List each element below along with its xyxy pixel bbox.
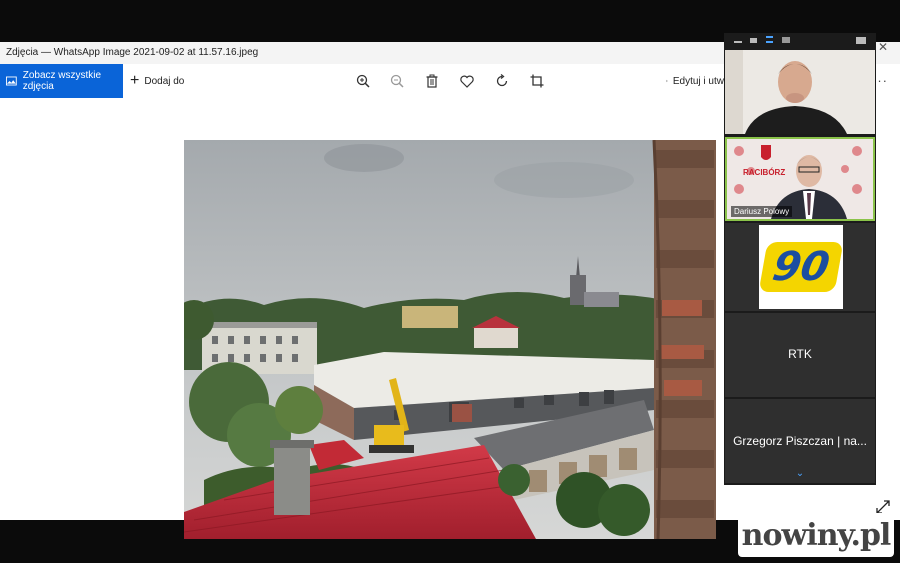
edit-tools-icon: [666, 80, 668, 82]
zoom-in-icon[interactable]: [354, 72, 372, 90]
participant-tile-3[interactable]: 90: [725, 223, 875, 311]
image-icon: [6, 76, 17, 86]
logo-text: 90: [769, 244, 833, 290]
participant-tile-4[interactable]: RTK: [725, 313, 875, 397]
chevron-down-icon[interactable]: ⌄: [725, 468, 875, 479]
minimize-icon[interactable]: [734, 41, 742, 43]
gallery-view-icon[interactable]: [766, 36, 773, 43]
participant-tile-5[interactable]: Grzegorz Piszczan | na... ⌄: [725, 399, 875, 483]
participant-name-label: Dariusz Polowy: [731, 206, 793, 217]
crop-icon[interactable]: [528, 72, 546, 90]
delete-icon[interactable]: [423, 72, 441, 90]
radio-90-logo: 90: [758, 225, 844, 309]
rotate-icon[interactable]: [493, 72, 511, 90]
participant-name: Grzegorz Piszczan | na...: [733, 434, 867, 448]
speaker-view-icon[interactable]: [782, 37, 790, 43]
see-all-photos-label: Zobacz wszystkie zdjęcia: [22, 70, 102, 92]
close-icon[interactable]: ✕: [878, 40, 888, 54]
zoom-out-icon[interactable]: [388, 72, 406, 90]
expand-icon[interactable]: [876, 500, 890, 514]
participant-tile-1[interactable]: [725, 50, 875, 134]
meeting-participants-panel: RACIBÓRZ Dariusz Polowy 90 RTK Grzegorz …: [724, 33, 876, 485]
edit-and-create-label: Edytuj i utw: [672, 75, 724, 87]
plus-icon: +: [130, 72, 140, 89]
watermark-text: nowiny.pl: [741, 517, 892, 553]
panel-layout-icon[interactable]: [856, 37, 866, 44]
participant-tile-2[interactable]: RACIBÓRZ Dariusz Polowy: [725, 137, 875, 221]
add-to-label: Dodaj do: [144, 75, 185, 87]
add-to-button[interactable]: + Dodaj do: [130, 64, 184, 98]
meeting-panel-header: [724, 33, 876, 50]
raciborz-background-text: RACIBÓRZ: [743, 168, 785, 177]
favorite-heart-icon[interactable]: [458, 72, 476, 90]
see-all-photos-button[interactable]: Zobacz wszystkie zdjęcia: [0, 64, 123, 98]
participant-video: [725, 50, 875, 134]
displayed-photo: [184, 140, 716, 539]
participant-name: RTK: [788, 347, 812, 361]
nowiny-watermark-logo: nowiny.pl: [738, 513, 894, 557]
edit-and-create-button[interactable]: Edytuj i utw: [666, 64, 724, 98]
restore-icon[interactable]: [750, 38, 757, 43]
window-title: Zdjęcia — WhatsApp Image 2021-09-02 at 1…: [6, 47, 259, 58]
